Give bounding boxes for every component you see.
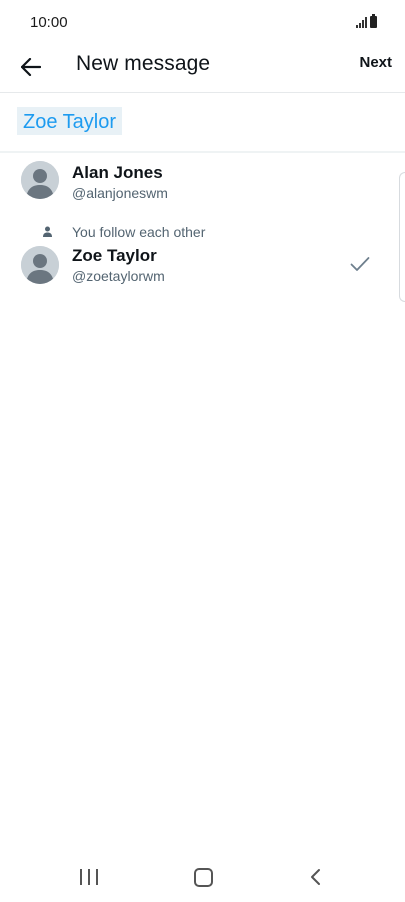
nav-back-button[interactable] xyxy=(308,868,324,886)
list-item[interactable]: You follow each other Zoe Taylor @zoetay… xyxy=(0,219,395,291)
default-avatar-icon xyxy=(21,246,59,284)
recents-button[interactable] xyxy=(80,869,98,885)
next-button[interactable]: Next xyxy=(359,54,392,71)
user-name: Alan Jones xyxy=(72,163,163,182)
person-icon xyxy=(43,226,52,237)
new-message-screen: 10:00 New message Next Zoe Taylor Alan J… xyxy=(0,0,405,902)
user-name: Zoe Taylor xyxy=(72,246,157,265)
user-handle: @zoetaylorwm xyxy=(72,268,165,284)
status-icons xyxy=(356,14,377,28)
user-handle: @alanjoneswm xyxy=(72,185,168,201)
battery-icon xyxy=(370,14,377,28)
system-nav-bar xyxy=(0,852,405,902)
page-title: New message xyxy=(76,52,211,75)
list-item[interactable]: Alan Jones @alanjoneswm xyxy=(0,153,395,215)
header: New message Next xyxy=(0,44,405,92)
default-avatar-icon xyxy=(21,161,59,199)
recipient-chip[interactable]: Zoe Taylor xyxy=(17,107,123,135)
back-button[interactable] xyxy=(14,50,48,84)
status-time: 10:00 xyxy=(30,14,68,31)
avatar xyxy=(21,246,59,284)
signal-icon xyxy=(356,16,367,28)
recipient-area: Zoe Taylor xyxy=(0,93,405,151)
status-bar: 10:00 xyxy=(0,0,405,44)
follow-note: You follow each other xyxy=(72,224,206,240)
avatar xyxy=(21,161,59,199)
chevron-left-icon xyxy=(311,869,320,885)
arrow-left-icon xyxy=(21,58,41,76)
scroll-handle[interactable] xyxy=(399,172,405,302)
home-button[interactable] xyxy=(194,868,213,887)
checkmark-icon xyxy=(350,257,370,271)
